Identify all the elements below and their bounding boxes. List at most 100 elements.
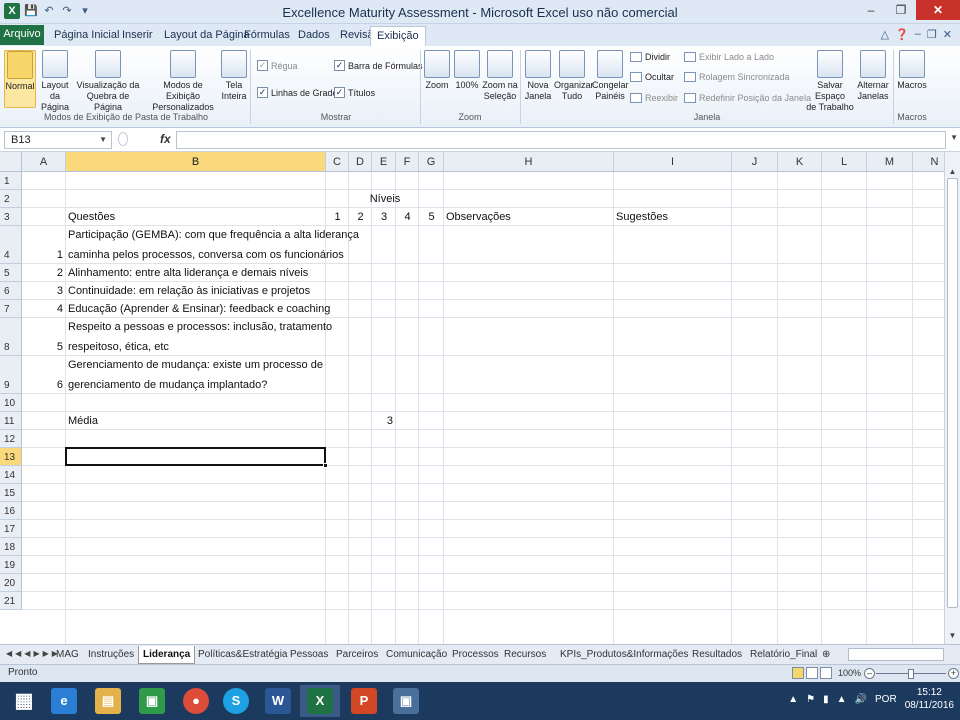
flag-icon[interactable]: ⚑: [806, 694, 815, 705]
cell-level-5[interactable]: 5: [419, 208, 444, 226]
selected-cell-b13[interactable]: [65, 447, 326, 466]
headings-checkbox[interactable]: ✓ Títulos: [334, 87, 375, 98]
cell-questoes-header[interactable]: Questões: [68, 208, 115, 226]
page-break-status-icon[interactable]: [820, 667, 832, 679]
sheet-tab-instru-es[interactable]: Instruções: [84, 646, 138, 664]
cell-media-label[interactable]: Média: [68, 412, 98, 430]
sheet-tab-lideran-a[interactable]: Liderança: [138, 646, 196, 664]
cell-question-number[interactable]: 5: [22, 338, 63, 356]
restore-button[interactable]: ❐: [886, 0, 916, 20]
tab-pagina-inicial[interactable]: Página Inicial: [48, 26, 125, 46]
taskbar-store[interactable]: ▣: [132, 685, 172, 717]
reset-window-position-button[interactable]: Redefinir Posição da Janela: [684, 93, 811, 103]
cell-question-number[interactable]: 1: [22, 246, 63, 264]
taskbar-excel[interactable]: X: [300, 685, 340, 717]
column-header-c[interactable]: C: [326, 152, 349, 172]
cell-level-1[interactable]: 1: [326, 208, 349, 226]
zoom-knob[interactable]: [908, 669, 914, 679]
row-header-20[interactable]: 20: [0, 574, 22, 592]
cell-level-4[interactable]: 4: [396, 208, 419, 226]
formula-bar-checkbox[interactable]: ✓ Barra de Fórmulas: [334, 60, 423, 71]
column-header-m[interactable]: M: [867, 152, 913, 172]
zoom-in-icon[interactable]: +: [948, 668, 959, 679]
sheet-tab-comunica-o[interactable]: Comunicação: [382, 646, 451, 664]
page-break-preview-button[interactable]: Visualização da Quebra de Página: [74, 50, 142, 113]
row-header-5[interactable]: 5: [0, 264, 22, 282]
switch-windows-button[interactable]: Alternar Janelas: [856, 50, 890, 102]
row-header-9[interactable]: 9: [0, 356, 22, 394]
tab-inserir[interactable]: Inserir: [116, 26, 159, 46]
row-header-11[interactable]: 11: [0, 412, 22, 430]
row-header-7[interactable]: 7: [0, 300, 22, 318]
row-header-10[interactable]: 10: [0, 394, 22, 412]
new-window-button[interactable]: Nova Janela: [524, 50, 552, 102]
custom-views-button[interactable]: Modos de Exibição Personalizados: [146, 50, 220, 113]
cell-question-text-line1[interactable]: Respeito a pessoas e processos: inclusão…: [68, 318, 332, 336]
fill-handle[interactable]: [323, 463, 328, 468]
sheet-tab-mag[interactable]: MAG: [52, 646, 83, 664]
name-box-dropdown-icon[interactable]: ▼: [99, 132, 107, 148]
normal-view-button[interactable]: Normal: [4, 50, 36, 108]
row-header-17[interactable]: 17: [0, 520, 22, 538]
volume-icon[interactable]: 🔊: [855, 694, 867, 705]
zoom-button[interactable]: Zoom: [424, 50, 450, 91]
row-header-13[interactable]: 13: [0, 448, 22, 466]
sync-scroll-button[interactable]: Rolagem Sincronizada: [684, 72, 790, 82]
horizontal-scrollbar[interactable]: [848, 648, 944, 661]
spreadsheet-grid[interactable]: A B C D E F G H I J K L M N 1 2 3 4 5 6 7 8 9 10 11 12 13 14 15 16 17 1…: [0, 152, 944, 644]
column-header-l[interactable]: L: [822, 152, 867, 172]
start-button[interactable]: ▦: [4, 685, 44, 717]
column-header-h[interactable]: H: [444, 152, 614, 172]
column-header-i[interactable]: I: [614, 152, 732, 172]
row-header-8[interactable]: 8: [0, 318, 22, 356]
column-header-d[interactable]: D: [349, 152, 372, 172]
ruler-checkbox[interactable]: ✓ Régua: [257, 60, 298, 71]
taskbar-ie[interactable]: e: [44, 685, 84, 717]
cell-question-text[interactable]: Educação (Aprender & Ensinar): feedback …: [68, 300, 330, 318]
macros-button[interactable]: Macros: [897, 50, 927, 91]
taskbar-word[interactable]: W: [258, 685, 298, 717]
workbook-close-icon[interactable]: ✕: [943, 28, 952, 41]
clock[interactable]: 15:12 08/11/2016: [905, 686, 954, 712]
cell-level-2[interactable]: 2: [349, 208, 372, 226]
tray-expand-icon[interactable]: ▲: [788, 694, 798, 705]
taskbar-powerpoint[interactable]: P: [344, 685, 384, 717]
side-by-side-button[interactable]: Exibir Lado a Lado: [684, 52, 774, 62]
tab-formulas[interactable]: Fórmulas: [238, 26, 296, 46]
sheet-tab-parceiros[interactable]: Parceiros: [332, 646, 382, 664]
row-header-2[interactable]: 2: [0, 190, 22, 208]
row-header-18[interactable]: 18: [0, 538, 22, 556]
vertical-scroll-thumb[interactable]: [947, 178, 958, 608]
tab-arquivo[interactable]: Arquivo: [0, 25, 44, 45]
row-header-6[interactable]: 6: [0, 282, 22, 300]
insert-sheet-icon[interactable]: ⊕: [818, 646, 834, 664]
column-header-n[interactable]: N: [913, 152, 944, 172]
name-box[interactable]: B13 ▼: [4, 131, 112, 149]
sheet-tab-pol-ticas-estrat-gia[interactable]: Políticas&Estratégia: [194, 646, 292, 664]
cell-sugestoes-header[interactable]: Sugestões: [616, 208, 668, 226]
cell-question-number[interactable]: 2: [22, 264, 63, 282]
zoom-slider[interactable]: – +: [864, 668, 959, 680]
cell-question-text-line2[interactable]: respeitoso, ética, etc: [68, 338, 169, 356]
row-header-3[interactable]: 3: [0, 208, 22, 226]
sheet-tab-recursos[interactable]: Recursos: [500, 646, 550, 664]
column-header-j[interactable]: J: [732, 152, 778, 172]
sheet-tab-kpis-produtos-informa-es[interactable]: KPIs_Produtos&Informações: [556, 646, 692, 664]
normal-view-status-icon[interactable]: [792, 667, 804, 679]
cell-question-number[interactable]: 3: [22, 282, 63, 300]
split-button[interactable]: Dividir: [630, 52, 670, 62]
cell-question-text-line2[interactable]: gerenciamento de mudança implantado?: [68, 376, 267, 394]
zoom-selection-button[interactable]: Zoom na Seleção: [482, 50, 518, 102]
scroll-up-icon[interactable]: ▲: [947, 166, 958, 177]
language-indicator[interactable]: POR: [875, 694, 897, 705]
close-button[interactable]: ✕: [916, 0, 960, 20]
workbook-restore-icon[interactable]: ❐: [927, 28, 937, 41]
sheet-tab-processos[interactable]: Processos: [448, 646, 503, 664]
column-header-b[interactable]: B: [66, 152, 326, 172]
taskbar-chrome[interactable]: ●: [176, 685, 216, 717]
cell-question-text[interactable]: Alinhamento: entre alta liderança e dema…: [68, 264, 308, 282]
taskbar-skype[interactable]: S: [216, 685, 256, 717]
network-icon[interactable]: ▲: [837, 694, 847, 705]
row-header-15[interactable]: 15: [0, 484, 22, 502]
full-screen-button[interactable]: Tela Inteira: [220, 50, 248, 102]
